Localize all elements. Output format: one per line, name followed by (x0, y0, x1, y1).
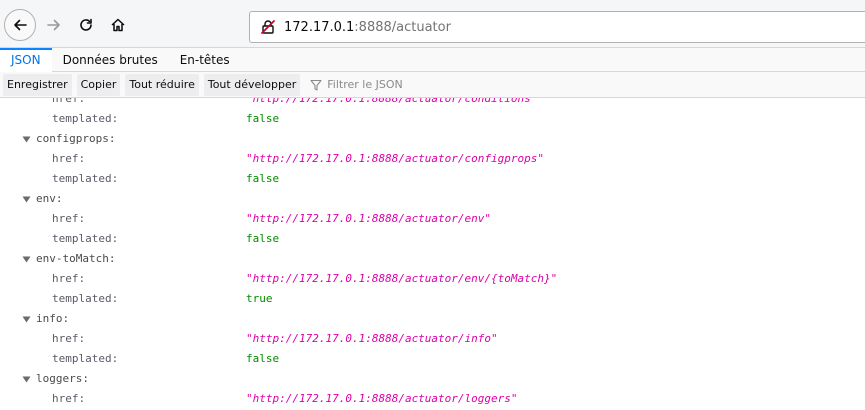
reload-icon (78, 17, 94, 33)
expand-triangle-icon[interactable] (21, 375, 31, 383)
tree-value: "http://172.17.0.1:8888/actuator/env" (246, 212, 492, 225)
arrow-right-icon (46, 17, 62, 33)
filter-box (309, 74, 528, 96)
navigation-toolbar: 172.17.0.1:8888/actuator (0, 0, 865, 48)
address-bar[interactable]: 172.17.0.1:8888/actuator (249, 11, 865, 43)
tab-raw-data[interactable]: Données brutes (52, 48, 169, 71)
forward-button[interactable] (40, 11, 68, 39)
tree-row: href: "http://172.17.0.1:8888/actuator/co… (0, 98, 865, 109)
tree-key: href: (52, 212, 86, 225)
tree-group-row[interactable]: loggers: (0, 369, 865, 389)
url-path: :8888/actuator (354, 19, 451, 35)
tree-group-row[interactable]: env-toMatch: (0, 249, 865, 269)
url-text[interactable]: 172.17.0.1:8888/actuator (284, 20, 451, 35)
tree-key: loggers: (36, 372, 89, 385)
json-tree: href: "http://172.17.0.1:8888/actuator/co… (0, 98, 865, 410)
expand-triangle-icon[interactable] (21, 255, 31, 263)
expand-triangle-icon[interactable] (21, 195, 31, 203)
tree-key: templated: (52, 112, 119, 125)
save-button[interactable]: Enregistrer (3, 73, 72, 96)
tree-value: false (246, 352, 280, 365)
back-button[interactable] (4, 9, 36, 41)
tree-value: false (246, 172, 280, 185)
json-toolbar: Enregistrer Copier Tout réduire Tout dév… (0, 72, 865, 98)
tree-row: templated: false (0, 349, 865, 369)
tree-key: templated: (52, 232, 119, 245)
expand-triangle-icon[interactable] (21, 135, 31, 143)
expand-triangle-icon[interactable] (21, 315, 31, 323)
expand-all-button[interactable]: Tout développer (203, 73, 301, 96)
tree-key: href: (52, 152, 86, 165)
tab-headers[interactable]: En-têtes (169, 48, 241, 71)
tree-key: env: (36, 192, 63, 205)
tree-row: href: "http://172.17.0.1:8888/actuator/lo… (0, 389, 865, 409)
home-button[interactable] (104, 11, 132, 39)
tree-value: false (246, 112, 280, 125)
tree-group-row[interactable]: info: (0, 309, 865, 329)
tree-value: true (246, 292, 273, 305)
tab-json[interactable]: JSON (0, 48, 52, 72)
tree-key: href: (52, 332, 86, 345)
tree-row: templated: false (0, 229, 865, 249)
url-host: 172.17.0.1 (284, 19, 355, 35)
tree-key: templated: (52, 172, 119, 185)
filter-json-input[interactable] (327, 78, 528, 91)
collapse-all-button[interactable]: Tout réduire (125, 73, 199, 96)
tree-value: "http://172.17.0.1:8888/actuator/env/{to… (246, 272, 558, 285)
tree-key: href: (52, 392, 86, 405)
arrow-left-icon (12, 17, 28, 33)
copy-button[interactable]: Copier (76, 73, 121, 96)
tree-row: href: "http://172.17.0.1:8888/actuator/en… (0, 269, 865, 289)
tree-value: "http://172.17.0.1:8888/actuator/configp… (246, 152, 545, 165)
home-icon (110, 17, 126, 33)
tree-row: templated: true (0, 289, 865, 309)
tree-row: templated: false (0, 109, 865, 129)
insecure-lock-icon[interactable] (258, 17, 278, 37)
tree-value: "http://172.17.0.1:8888/actuator/info" (246, 332, 498, 345)
tree-key: templated: (52, 292, 119, 305)
tree-value: "http://172.17.0.1:8888/actuator/loggers… (246, 392, 518, 405)
tree-key: href: (52, 98, 86, 105)
tree-key: info: (36, 312, 70, 325)
tree-key: templated: (52, 352, 119, 365)
tree-row: href: "http://172.17.0.1:8888/actuator/en… (0, 209, 865, 229)
tree-row: href: "http://172.17.0.1:8888/actuator/in… (0, 329, 865, 349)
viewer-tabs: JSON Données brutes En-têtes (0, 48, 865, 72)
tree-value: "http://172.17.0.1:8888/actuator/conditi… (246, 98, 538, 105)
tree-group-row[interactable]: configprops: (0, 129, 865, 149)
tree-group-row[interactable]: env: (0, 189, 865, 209)
tree-key: configprops: (36, 132, 116, 145)
tree-key: env-toMatch: (36, 252, 116, 265)
tree-row: templated: false (0, 169, 865, 189)
json-tree-rows: href: "http://172.17.0.1:8888/actuator/co… (0, 98, 865, 409)
filter-icon (309, 78, 323, 92)
tree-key: href: (52, 272, 86, 285)
reload-button[interactable] (72, 11, 100, 39)
tree-row: href: "http://172.17.0.1:8888/actuator/co… (0, 149, 865, 169)
tree-value: false (246, 232, 280, 245)
